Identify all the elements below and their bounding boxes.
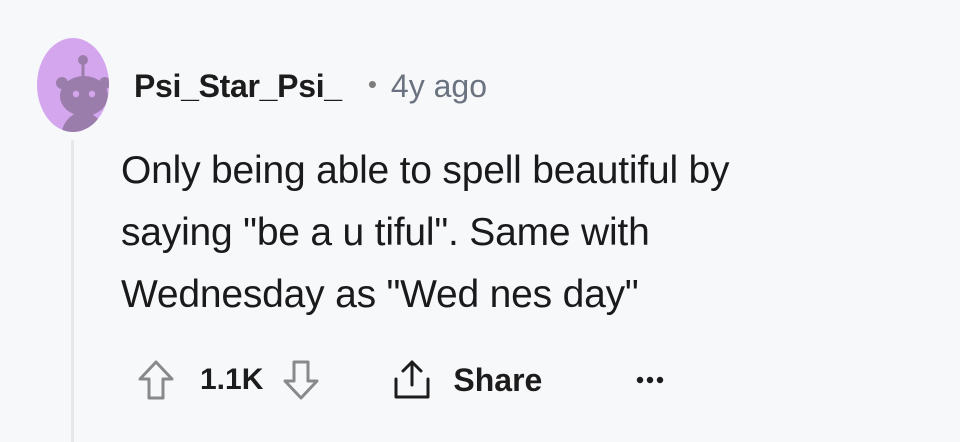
downvote-arrow-icon bbox=[283, 360, 319, 400]
upvote-button[interactable] bbox=[134, 356, 178, 404]
meta-separator: • bbox=[367, 68, 377, 99]
share-upload-icon bbox=[389, 356, 435, 404]
comment: Psi_Star_Psi_ • 4y ago Only being able t… bbox=[0, 0, 960, 442]
vote-count: 1.1K bbox=[200, 363, 264, 396]
more-options-button[interactable] bbox=[630, 360, 670, 400]
comment-body: Only being able to spell beautiful by sa… bbox=[121, 140, 901, 326]
comment-header: Psi_Star_Psi_ • 4y ago bbox=[134, 66, 487, 106]
ellipsis-icon bbox=[637, 376, 664, 384]
share-button[interactable]: Share bbox=[389, 356, 542, 404]
author-username[interactable]: Psi_Star_Psi_ bbox=[134, 68, 342, 105]
thread-line[interactable] bbox=[71, 140, 74, 442]
comment-body-line: saying "be a u tiful". Same with bbox=[121, 211, 650, 254]
downvote-button[interactable] bbox=[279, 356, 323, 404]
share-label: Share bbox=[453, 361, 543, 398]
comment-actions: 1.1K Share bbox=[134, 356, 670, 404]
comment-body-line: Only being able to spell beautiful by bbox=[121, 149, 730, 192]
snoo-avatar-icon bbox=[37, 38, 109, 132]
avatar[interactable] bbox=[37, 38, 109, 132]
comment-body-line: Wednesday as "Wed nes day" bbox=[121, 273, 639, 316]
upvote-arrow-icon bbox=[138, 360, 174, 400]
comment-timestamp[interactable]: 4y ago bbox=[391, 68, 487, 105]
